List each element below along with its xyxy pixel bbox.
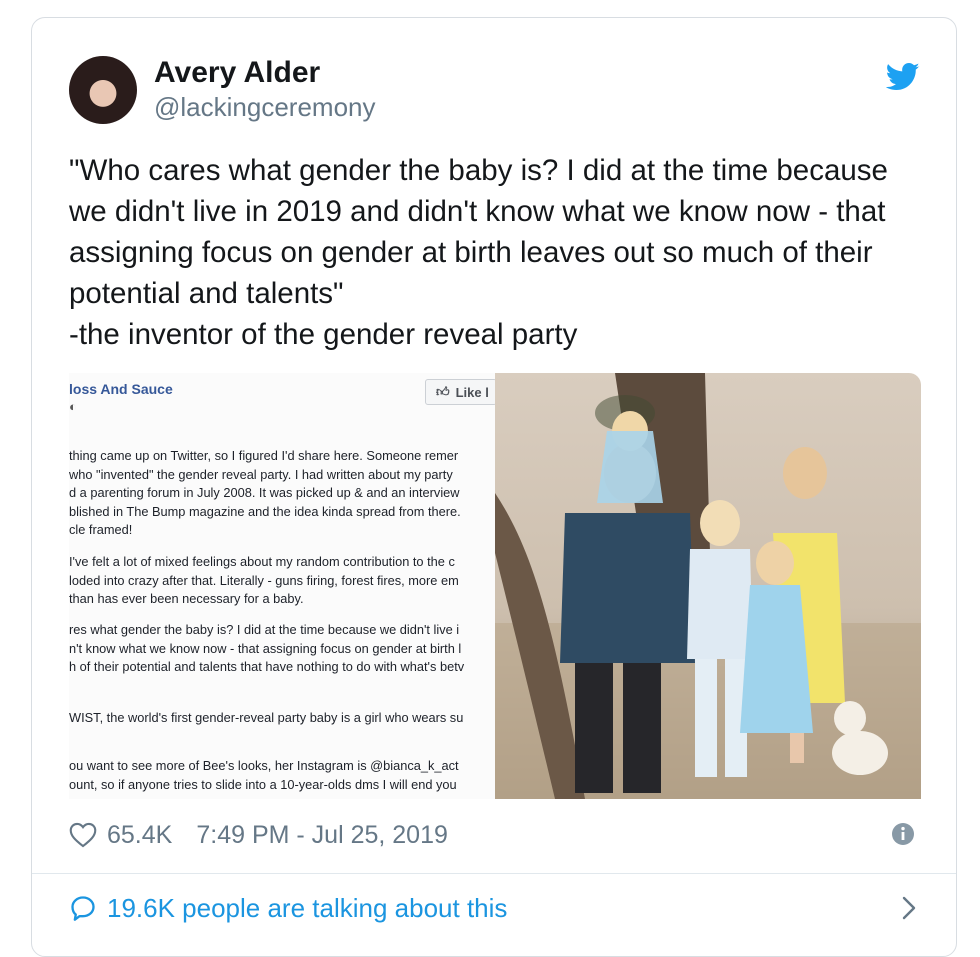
fb-paragraph: WIST, the world's first gender-reveal pa…	[69, 709, 463, 728]
tweet-text-line: assigning focus on gender at birth leave…	[69, 236, 873, 269]
fb-paragraph: thing came up on Twitter, so I figured I…	[69, 447, 461, 540]
tweet-text-line: we didn't live in 2019 and didn't know w…	[69, 195, 886, 228]
fb-paragraph: ou want to see more of Bee's looks, her …	[69, 757, 459, 794]
fb-paragraph: I've felt a lot of mixed feelings about …	[69, 553, 459, 609]
author-handle[interactable]: @lackingceremony	[154, 92, 375, 123]
fb-text-line: n't know what we know now - that assigni…	[69, 640, 462, 656]
tweet-text-line: -the inventor of the gender reveal party	[69, 318, 578, 351]
divider	[32, 873, 956, 874]
tweet-media[interactable]: loss And Sauce ◐ 👍︎ Like l thing came up…	[69, 373, 921, 799]
fb-text-line: h of their potential and talents that ha…	[69, 659, 465, 675]
fb-text-line: loded into crazy after that. Literally -…	[69, 572, 459, 588]
fb-text-line: res what gender the baby is? I did at th…	[69, 622, 460, 637]
fb-text-line: ou want to see more of Bee's looks, her …	[69, 758, 459, 773]
tweet-text-line: "Who cares what gender the baby is? I di…	[69, 154, 888, 187]
fb-like-label: Like l	[455, 384, 489, 400]
tweet-text-line: potential and talents"	[69, 277, 344, 310]
fb-text-line: blished in The Bump magazine and the ide…	[69, 503, 461, 519]
conversation-label: 19.6K people are talking about this	[107, 892, 508, 923]
fb-page-name: loss And Sauce	[69, 381, 173, 397]
avatar[interactable]	[69, 56, 137, 124]
chevron-right-icon[interactable]	[899, 894, 919, 922]
fb-text-line: thing came up on Twitter, so I figured I…	[69, 448, 459, 463]
info-icon[interactable]	[891, 822, 915, 846]
tweet-stats-row: 65.4K 7:49 PM - Jul 25, 2019	[69, 818, 448, 852]
tweet-card: Avery Alder @lackingceremony "Who cares …	[31, 17, 957, 957]
facebook-post-screenshot: loss And Sauce ◐ 👍︎ Like l thing came up…	[69, 373, 529, 799]
thumbs-up-icon: 👍︎	[436, 384, 450, 399]
author-display-name[interactable]: Avery Alder	[154, 56, 320, 90]
fb-text-line: I've felt a lot of mixed feelings about …	[69, 554, 455, 569]
fb-text-line: WIST, the world's first gender-reveal pa…	[69, 710, 464, 725]
tweet-timestamp[interactable]: 7:49 PM - Jul 25, 2019	[196, 821, 448, 850]
like-count[interactable]: 65.4K	[107, 821, 172, 850]
tweet-text: "Who cares what gender the baby is? I di…	[69, 150, 929, 355]
fb-paragraph: res what gender the baby is? I did at th…	[69, 621, 464, 677]
speech-bubble-icon	[71, 896, 95, 921]
fb-like-button: 👍︎ Like l	[425, 379, 497, 405]
fb-text-line: who "invented" the gender reveal party. …	[69, 466, 453, 482]
fb-text-line: d a parenting forum in July 2008. It was…	[69, 485, 460, 501]
fb-text-line: cle framed!	[69, 522, 133, 538]
twitter-bird-icon[interactable]	[886, 62, 920, 92]
conversation-link[interactable]: 19.6K people are talking about this	[69, 888, 919, 928]
heart-icon[interactable]	[69, 822, 97, 848]
family-photo-illustration	[495, 373, 921, 799]
fb-text-line: than has ever been necessary for a baby.	[69, 591, 304, 607]
family-photo	[495, 373, 921, 799]
fb-text-line: ount, so if anyone tries to slide into a…	[69, 776, 457, 792]
fb-globe-icon: ◐	[69, 399, 77, 414]
